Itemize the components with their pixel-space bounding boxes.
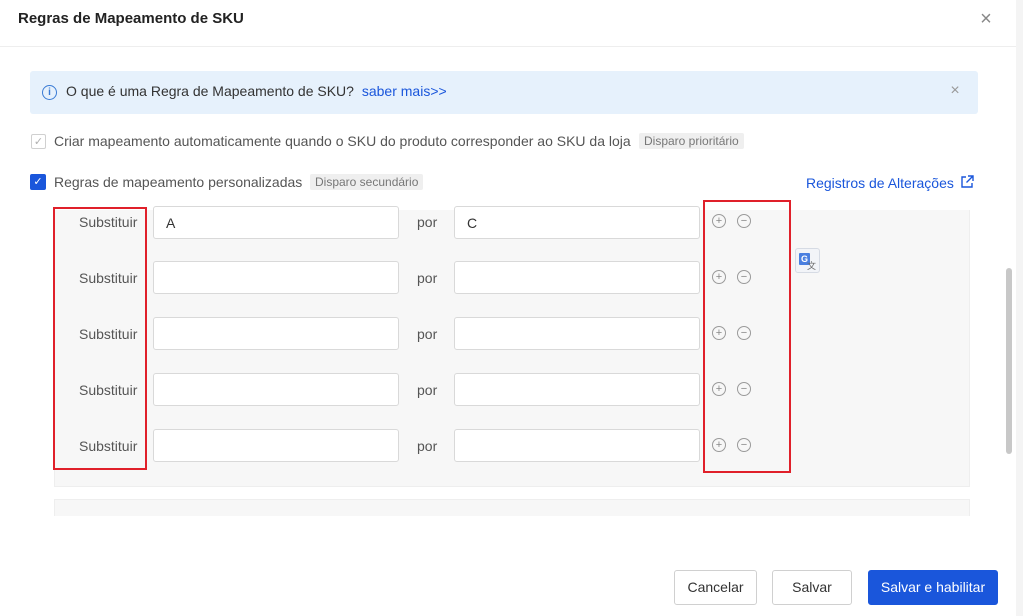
header-divider — [0, 46, 1016, 47]
replace-to-input[interactable] — [454, 373, 700, 406]
external-link-icon[interactable] — [960, 175, 974, 189]
learn-more-link[interactable]: saber mais>> — [362, 83, 447, 99]
replace-to-input[interactable] — [454, 429, 700, 462]
secondary-tag: Disparo secundário — [310, 174, 424, 190]
cancel-button[interactable]: Cancelar — [674, 570, 757, 605]
by-label: por — [417, 326, 438, 342]
translate-icon[interactable]: G 文 — [795, 248, 820, 273]
replace-from-input[interactable] — [153, 261, 399, 294]
rules-panel-next — [54, 499, 970, 516]
custom-rules-label: Regras de mapeamento personalizadas — [54, 174, 303, 190]
scrollbar-track[interactable] — [1016, 0, 1023, 616]
scrollbar-thumb[interactable] — [1006, 268, 1012, 454]
replace-from-input[interactable] — [153, 373, 399, 406]
dialog-title: Regras de Mapeamento de SKU — [18, 10, 244, 27]
replace-to-input[interactable] — [454, 261, 700, 294]
highlight-box-actions — [703, 200, 791, 473]
auto-mapping-label: Criar mapeamento automaticamente quando … — [54, 133, 631, 149]
highlight-box-labels — [53, 207, 147, 470]
auto-mapping-checkbox[interactable]: ✓ — [31, 134, 46, 149]
change-log-link[interactable]: Registros de Alterações — [806, 175, 954, 191]
by-label: por — [417, 270, 438, 286]
replace-from-input[interactable] — [153, 429, 399, 462]
replace-to-input[interactable] — [454, 206, 700, 239]
by-label: por — [417, 438, 438, 454]
by-label: por — [417, 214, 438, 230]
custom-rules-checkbox[interactable]: ✓ — [30, 174, 46, 190]
save-and-enable-button[interactable]: Salvar e habilitar — [868, 570, 998, 605]
replace-to-input[interactable] — [454, 317, 700, 350]
info-close-icon[interactable]: × — [946, 82, 964, 100]
replace-from-input[interactable] — [153, 206, 399, 239]
info-icon: i — [42, 85, 57, 100]
priority-tag: Disparo prioritário — [639, 133, 744, 149]
info-text: O que é uma Regra de Mapeamento de SKU? … — [66, 83, 447, 99]
translate-glyph-icon: 文 — [807, 261, 817, 271]
info-banner: i O que é uma Regra de Mapeamento de SKU… — [30, 71, 978, 114]
replace-from-input[interactable] — [153, 317, 399, 350]
save-button[interactable]: Salvar — [772, 570, 852, 605]
by-label: por — [417, 382, 438, 398]
info-question: O que é uma Regra de Mapeamento de SKU? — [66, 83, 354, 99]
close-icon[interactable]: × — [976, 9, 996, 29]
